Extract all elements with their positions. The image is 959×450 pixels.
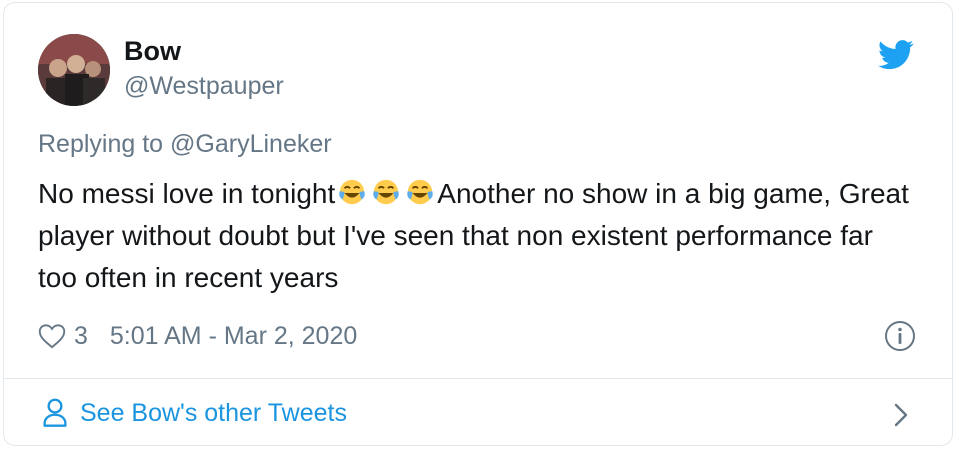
- timestamp[interactable]: 5:01 AM - Mar 2, 2020: [110, 322, 357, 351]
- twitter-bird-icon[interactable]: [878, 40, 914, 70]
- tweet-text-start: No messi love in tonight: [38, 178, 336, 209]
- tweet-meta: 3 5:01 AM - Mar 2, 2020: [38, 318, 357, 354]
- person-icon: [43, 398, 67, 427]
- heart-icon[interactable]: [38, 323, 66, 349]
- face-with-tears-of-joy-icon: [339, 179, 365, 205]
- avatar[interactable]: [38, 34, 110, 106]
- see-other-tweets-label[interactable]: See Bow's other Tweets: [80, 399, 347, 428]
- chevron-right-icon[interactable]: [890, 402, 912, 428]
- tweet-text: No messi love in tonight Another no show …: [38, 173, 918, 299]
- emoji-group: [335, 178, 437, 209]
- like-count[interactable]: 3: [74, 322, 88, 351]
- author-name[interactable]: Bow: [124, 36, 181, 67]
- face-with-tears-of-joy-icon: [407, 179, 433, 205]
- see-other-tweets-link[interactable]: See Bow's other Tweets: [42, 394, 347, 432]
- replying-mention[interactable]: @GaryLineker: [170, 130, 332, 158]
- replying-to: Replying to @GaryLineker: [38, 130, 332, 159]
- replying-prefix: Replying to: [38, 130, 164, 158]
- info-icon[interactable]: [884, 320, 916, 352]
- face-with-tears-of-joy-icon: [373, 179, 399, 205]
- author-handle[interactable]: @Westpauper: [124, 72, 284, 101]
- divider: [3, 378, 953, 379]
